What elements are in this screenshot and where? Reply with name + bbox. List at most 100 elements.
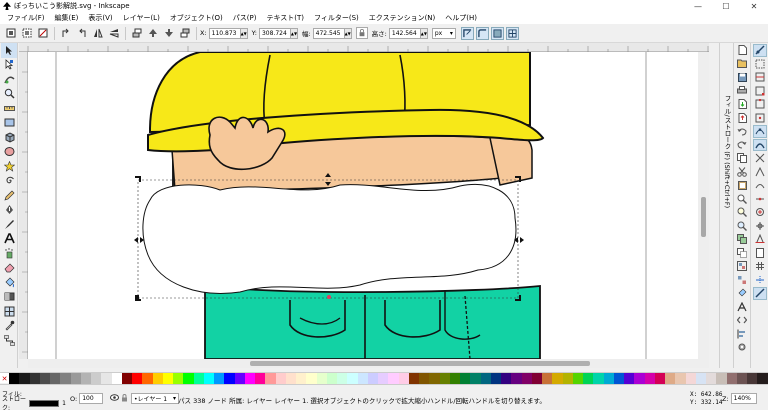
deselect-icon[interactable] (37, 27, 49, 39)
redo-icon[interactable] (735, 139, 749, 152)
text-tool-icon[interactable] (1, 232, 17, 247)
clone-icon[interactable] (735, 247, 749, 260)
color-swatch[interactable] (244, 373, 255, 384)
export-icon[interactable] (735, 112, 749, 125)
dropper-tool-icon[interactable] (1, 319, 17, 334)
menu-view[interactable]: 表示(V) (83, 13, 117, 23)
lower-icon[interactable] (163, 27, 175, 39)
menu-edit[interactable]: 編集(E) (50, 13, 84, 23)
color-swatch[interactable] (429, 373, 440, 384)
flip-horizontal-icon[interactable] (92, 27, 104, 39)
calligraphy-tool-icon[interactable] (1, 217, 17, 232)
color-swatch[interactable] (757, 373, 768, 384)
menu-file[interactable]: ファイル(F) (2, 13, 50, 23)
width-spin-icon[interactable]: ▲▼ (345, 27, 352, 39)
color-swatch[interactable] (460, 373, 471, 384)
snap-cusp-icon[interactable] (753, 166, 767, 179)
spray-tool-icon[interactable] (1, 246, 17, 261)
fill-stroke-indicator[interactable]: フィル: ストローク: 1 (2, 388, 66, 410)
new-document-icon[interactable] (735, 44, 749, 57)
no-paint-swatch[interactable]: ✕ (0, 373, 9, 384)
color-swatch[interactable] (593, 373, 604, 384)
color-swatch[interactable] (542, 373, 553, 384)
layer-lock-icon[interactable] (121, 393, 128, 404)
pencil-tool-icon[interactable] (1, 188, 17, 203)
color-swatch[interactable] (121, 373, 132, 384)
horizontal-scrollbar[interactable] (28, 359, 709, 368)
color-swatch[interactable] (685, 373, 696, 384)
zoom-selection-icon[interactable] (735, 193, 749, 206)
color-swatch[interactable] (449, 373, 460, 384)
star-tool-icon[interactable] (1, 159, 17, 174)
color-swatch[interactable] (603, 373, 614, 384)
color-swatch[interactable] (367, 373, 378, 384)
y-spin-icon[interactable]: ▲▼ (291, 27, 298, 39)
color-swatch[interactable] (19, 373, 30, 384)
color-swatch[interactable] (388, 373, 399, 384)
color-swatch[interactable] (398, 373, 409, 384)
rotate-cw-icon[interactable] (76, 27, 88, 39)
snap-page-border-icon[interactable] (753, 247, 767, 260)
paint-bucket-tool-icon[interactable] (1, 275, 17, 290)
stroke-swatch[interactable] (29, 399, 60, 407)
color-swatch[interactable] (726, 373, 737, 384)
color-swatch[interactable] (419, 373, 430, 384)
color-swatch[interactable] (644, 373, 655, 384)
color-swatch[interactable] (357, 373, 368, 384)
color-swatch[interactable] (552, 373, 563, 384)
height-input[interactable]: 142.564 (388, 27, 421, 39)
ellipse-tool-icon[interactable] (1, 145, 17, 160)
x-input[interactable]: 110.873 (208, 27, 241, 39)
snap-bbox-midpoint-icon[interactable] (753, 98, 767, 111)
open-icon[interactable] (735, 58, 749, 71)
snap-guide-icon[interactable] (753, 274, 767, 287)
snap-toggle-icon[interactable] (752, 44, 767, 57)
scale-stroke-toggle-icon[interactable] (460, 26, 474, 40)
group-icon[interactable] (735, 260, 749, 273)
color-swatch[interactable] (531, 373, 542, 384)
color-swatch[interactable] (162, 373, 173, 384)
color-swatch[interactable] (470, 373, 481, 384)
rectangle-tool-icon[interactable] (1, 116, 17, 131)
color-swatch[interactable] (572, 373, 583, 384)
color-swatch[interactable] (275, 373, 286, 384)
color-swatch[interactable] (490, 373, 501, 384)
color-swatch[interactable] (747, 373, 758, 384)
zoom-tool-icon[interactable] (1, 87, 17, 102)
transform-patterns-toggle-icon[interactable] (505, 26, 519, 40)
pen-tool-icon[interactable] (1, 203, 17, 218)
raise-icon[interactable] (147, 27, 159, 39)
snap-object-center-icon[interactable] (753, 206, 767, 219)
lower-to-bottom-icon[interactable] (179, 27, 191, 39)
color-swatch[interactable] (193, 373, 204, 384)
vertical-scroll-thumb[interactable] (701, 197, 706, 237)
snap-paths-icon[interactable] (752, 138, 767, 151)
menu-object[interactable]: オブジェクト(O) (165, 13, 228, 23)
fill-stroke-dialog-tab[interactable]: フィル/ストローク (F) (Shift+Ctrl+F) (719, 43, 733, 368)
layer-select[interactable]: •レイヤー 1 ▾ (131, 393, 179, 404)
save-icon[interactable] (735, 71, 749, 84)
color-swatch[interactable] (480, 373, 491, 384)
paste-icon[interactable] (735, 179, 749, 192)
snap-bbox-icon[interactable] (753, 58, 767, 71)
color-swatch[interactable] (9, 373, 20, 384)
snap-midpoint-icon[interactable] (753, 193, 767, 206)
color-swatch[interactable] (583, 373, 594, 384)
import-icon[interactable] (735, 98, 749, 111)
snap-bbox-edge-icon[interactable] (753, 71, 767, 84)
maximize-icon[interactable]: ☐ (712, 0, 740, 12)
color-swatch[interactable] (80, 373, 91, 384)
snap-intersection-icon[interactable] (753, 152, 767, 165)
close-icon[interactable]: ✕ (740, 0, 768, 12)
zoom-input[interactable]: 140% (730, 393, 757, 404)
menu-filters[interactable]: フィルター(S) (309, 13, 364, 23)
color-swatch[interactable] (665, 373, 676, 384)
color-swatch[interactable] (337, 373, 348, 384)
gradient-tool-icon[interactable] (1, 290, 17, 305)
select-all-icon[interactable] (5, 27, 17, 39)
color-swatch[interactable] (203, 373, 214, 384)
flip-vertical-icon[interactable] (108, 27, 120, 39)
snap-bbox-corner-icon[interactable] (753, 85, 767, 98)
menu-layer[interactable]: レイヤー(L) (118, 13, 165, 23)
color-swatch[interactable] (234, 373, 245, 384)
